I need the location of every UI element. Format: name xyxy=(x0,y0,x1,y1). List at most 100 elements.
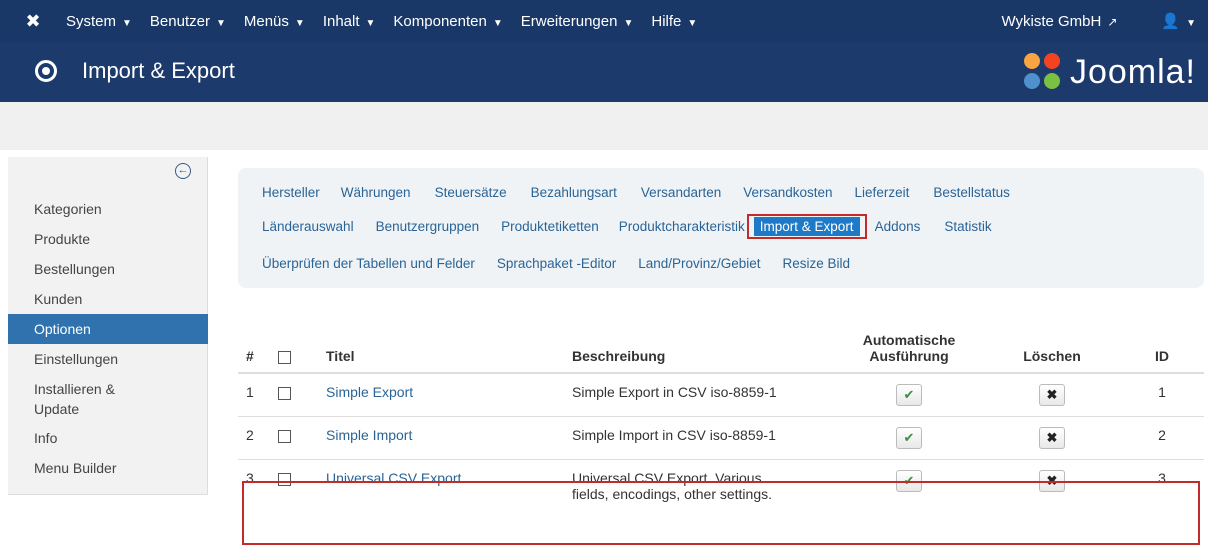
sidebar-item-einstellungen[interactable]: Einstellungen xyxy=(8,344,208,374)
row-description: Universal CSV Export. Various fields, enc… xyxy=(564,459,834,512)
import-export-table: # Titel Beschreibung Automatische Ausführ… xyxy=(238,324,1204,512)
row-checkbox[interactable] xyxy=(278,472,291,486)
tab-benutzergruppen[interactable]: Benutzergruppen xyxy=(376,219,480,234)
row-num: 1 xyxy=(238,372,270,417)
delete-icon[interactable]: ✖ xyxy=(1039,427,1065,449)
col-auto-line2: Ausführung xyxy=(869,348,949,364)
menu-label: Benutzer xyxy=(149,12,210,30)
tab-land-provinz-gebiet[interactable]: Land/Provinz/Gebiet xyxy=(638,256,760,271)
sidebar-item-kunden[interactable]: Kunden xyxy=(8,284,208,314)
collapse-sidebar-icon[interactable]: ← xyxy=(175,163,191,179)
sidebar-item-menu-builder[interactable]: Menu Builder xyxy=(8,453,208,483)
logo-dot xyxy=(1023,73,1040,89)
tab-bestellstatus[interactable]: Bestellstatus xyxy=(933,185,1010,200)
row-description-line1: Universal CSV Export. Various xyxy=(572,470,762,486)
menu-label: Hilfe xyxy=(651,12,682,30)
row-title-link[interactable]: Universal CSV Export xyxy=(326,470,461,486)
options-icon xyxy=(35,60,57,82)
sidebar: ← Kategorien Produkte Bestellungen Kunde… xyxy=(8,157,208,495)
tabs-row-3: Überprüfen der Tabellen und Felder Sprac… xyxy=(262,252,850,274)
tab-lieferzeit[interactable]: Lieferzeit xyxy=(855,185,910,200)
select-all-checkbox[interactable] xyxy=(278,350,291,364)
row-id: 2 xyxy=(1120,416,1204,460)
subheader-bar xyxy=(0,102,1208,150)
menu-system[interactable]: System ▼ xyxy=(66,13,132,30)
caret-down-icon: ▼ xyxy=(1186,18,1196,29)
row-description: Simple Import in CSV iso-8859-1 xyxy=(564,416,834,460)
tab-import-export[interactable]: Import & Export xyxy=(753,216,860,236)
topnav-right: Wykiste GmbH ↗ 👤 ▼ xyxy=(1001,0,1208,42)
col-select xyxy=(270,324,318,374)
tab-hersteller[interactable]: Hersteller xyxy=(262,185,320,200)
col-title[interactable]: Titel xyxy=(318,324,564,374)
menu-help[interactable]: Hilfe ▼ xyxy=(651,13,697,30)
row-select xyxy=(270,416,318,460)
tab-ueberpruefen[interactable]: Überprüfen der Tabellen und Felder xyxy=(262,256,475,271)
row-id: 3 xyxy=(1120,459,1204,512)
tab-produktcharakteristik[interactable]: Produktcharakteristik xyxy=(619,219,745,234)
sidebar-item-bestellungen[interactable]: Bestellungen xyxy=(8,254,208,284)
row-title-link[interactable]: Simple Export xyxy=(326,384,413,400)
tab-resize-bild[interactable]: Resize Bild xyxy=(783,256,851,271)
row-checkbox[interactable] xyxy=(278,386,291,400)
delete-icon[interactable]: ✖ xyxy=(1039,470,1065,492)
tab-steuersaetze[interactable]: Steuersätze xyxy=(435,185,507,200)
joomla-icon[interactable]: ✖ xyxy=(22,10,44,32)
user-menu[interactable]: 👤 ▼ xyxy=(1161,12,1196,30)
joomla-logo-icon xyxy=(1023,53,1062,91)
tab-statistik[interactable]: Statistik xyxy=(944,219,991,234)
row-delete: ✖ xyxy=(984,372,1120,417)
tab-sprachpaket-editor[interactable]: Sprachpaket -Editor xyxy=(497,256,616,271)
menu-users[interactable]: Benutzer ▼ xyxy=(150,13,226,30)
tab-waehrungen[interactable]: Währungen xyxy=(341,185,411,200)
tab-laenderauswahl[interactable]: Länderauswahl xyxy=(262,219,354,234)
sidebar-item-optionen[interactable]: Optionen xyxy=(8,314,208,344)
sidebar-item-info[interactable]: Info xyxy=(8,423,208,453)
col-auto-line1: Automatische xyxy=(862,332,956,348)
caret-down-icon: ▼ xyxy=(492,17,503,29)
table-row: 1 Simple Export Simple Export in CSV iso… xyxy=(238,372,1204,417)
brand-text: Joomla! xyxy=(1069,52,1196,91)
menu-label: Inhalt xyxy=(322,12,360,30)
page-header: Import & Export Joomla! xyxy=(0,42,1208,102)
sidebar-item-kategorien[interactable]: Kategorien xyxy=(8,194,208,224)
col-id[interactable]: ID xyxy=(1120,324,1204,374)
sidebar-item-produkte[interactable]: Produkte xyxy=(8,224,208,254)
row-select xyxy=(270,372,318,417)
site-link[interactable]: Wykiste GmbH ↗ xyxy=(1001,13,1117,30)
logo-dot xyxy=(1043,53,1060,69)
check-icon[interactable]: ✔ xyxy=(896,470,922,492)
row-title: Universal CSV Export xyxy=(318,459,564,512)
table-row: 2 Simple Import Simple Import in CSV iso… xyxy=(238,416,1204,460)
tab-addons[interactable]: Addons xyxy=(875,219,921,234)
row-delete: ✖ xyxy=(984,416,1120,460)
menu-components[interactable]: Komponenten ▼ xyxy=(393,13,502,30)
check-icon[interactable]: ✔ xyxy=(896,384,922,406)
tab-produktetiketten[interactable]: Produktetiketten xyxy=(501,219,599,234)
row-checkbox[interactable] xyxy=(278,429,291,443)
tabs-row-1: Hersteller Währungen Steuersätze Bezahlu… xyxy=(262,181,1010,203)
check-icon[interactable]: ✔ xyxy=(896,427,922,449)
menu-extensions[interactable]: Erweiterungen ▼ xyxy=(521,13,634,30)
sidebar-menu: Kategorien Produkte Bestellungen Kunden … xyxy=(8,194,208,483)
row-select xyxy=(270,459,318,512)
table-header-row: # Titel Beschreibung Automatische Ausführ… xyxy=(238,324,1204,374)
menu-label: System xyxy=(66,12,117,30)
table-row: 3 Universal CSV Export Universal CSV Exp… xyxy=(238,459,1204,512)
delete-icon[interactable]: ✖ xyxy=(1039,384,1065,406)
logo-dot xyxy=(1023,53,1040,69)
tab-versandkosten[interactable]: Versandkosten xyxy=(743,185,832,200)
menu-label: Komponenten xyxy=(393,12,487,30)
menu-content[interactable]: Inhalt ▼ xyxy=(323,13,376,30)
row-title-link[interactable]: Simple Import xyxy=(326,427,412,443)
caret-down-icon: ▼ xyxy=(623,17,634,29)
site-label: Wykiste GmbH xyxy=(1001,12,1102,30)
menu-menus[interactable]: Menüs ▼ xyxy=(244,13,305,30)
caret-down-icon: ▼ xyxy=(365,17,376,29)
row-num: 2 xyxy=(238,416,270,460)
tab-bezahlungsart[interactable]: Bezahlungsart xyxy=(531,185,617,200)
row-auto: ✔ xyxy=(834,459,984,512)
active-tab-highlight: Import & Export xyxy=(746,213,867,239)
sidebar-item-installieren-update[interactable]: Installieren & Update xyxy=(8,374,138,423)
tab-versandarten[interactable]: Versandarten xyxy=(641,185,721,200)
